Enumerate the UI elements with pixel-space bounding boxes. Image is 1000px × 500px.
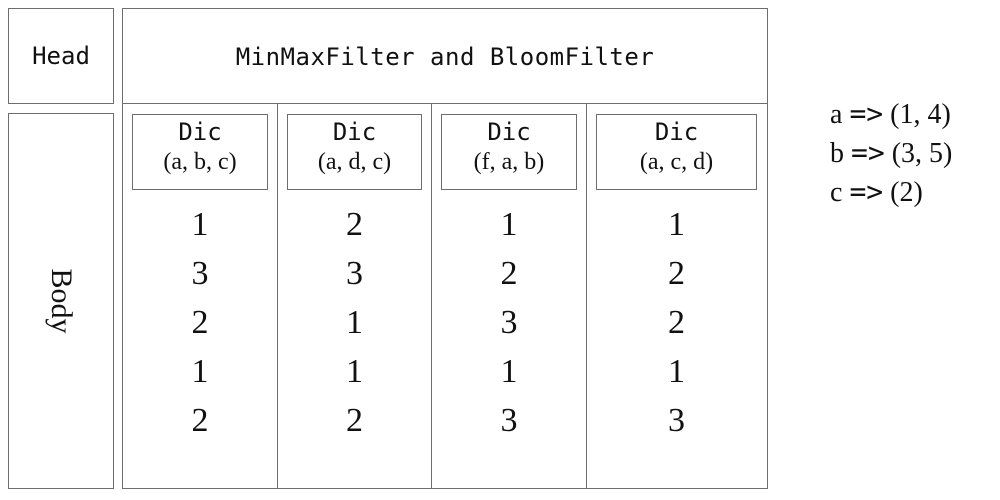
dictionary-box: Dic (a, b, c) [132, 114, 268, 190]
value-cell: 1 [346, 304, 363, 341]
value-cell: 1 [668, 206, 685, 243]
value-cell: 2 [191, 304, 209, 341]
filter-table: MinMaxFilter and BloomFilter Dic (a, b, … [122, 8, 768, 489]
dictionary-box: Dic (f, a, b) [441, 114, 577, 190]
mapping-row: b => (3, 5) [830, 134, 952, 173]
value-list: 1 2 2 1 3 [587, 200, 766, 445]
mapping-key: a [830, 99, 843, 130]
dictionary-title: Dic [178, 118, 222, 146]
filter-table-title: MinMaxFilter and BloomFilter [235, 42, 655, 71]
column-2: Dic (a, d, c) 2 3 1 1 2 [278, 104, 431, 488]
mapping-row: c => (2) [830, 173, 952, 212]
value-cell: 3 [668, 402, 685, 439]
dictionary-title: Dic [487, 118, 531, 146]
mapping-arrow: => [851, 136, 885, 169]
dictionary-keys: (f, a, b) [473, 149, 545, 175]
value-cell: 1 [500, 206, 518, 243]
key-mapping-list: a => (1, 4) b => (3, 5) c => (2) [830, 95, 952, 212]
mapping-key: c [830, 177, 843, 208]
mapping-key: b [830, 138, 844, 169]
value-cell: 1 [191, 353, 209, 390]
column-1: Dic (a, b, c) 1 3 2 1 2 [123, 104, 277, 488]
value-cell: 2 [500, 255, 518, 292]
mapping-arrow: => [849, 175, 884, 208]
value-cell: 3 [191, 255, 209, 292]
value-cell: 2 [668, 304, 685, 341]
value-cell: 1 [346, 353, 363, 390]
dictionary-keys: (a, c, d) [639, 149, 714, 175]
value-cell: 2 [346, 402, 363, 439]
mapping-row: a => (1, 4) [830, 95, 952, 134]
value-cell: 2 [191, 402, 209, 439]
value-cell: 3 [346, 255, 363, 292]
dictionary-keys: (a, d, c) [317, 149, 392, 175]
value-list: 2 3 1 1 2 [278, 200, 431, 445]
column-3: Dic (f, a, b) 1 2 3 1 3 [432, 104, 586, 488]
value-cell: 1 [500, 353, 518, 390]
dictionary-title: Dic [654, 118, 699, 146]
value-cell: 1 [191, 206, 209, 243]
value-cell: 2 [668, 255, 685, 292]
dictionary-keys: (a, b, c) [163, 149, 237, 175]
head-block: Head [8, 8, 114, 104]
value-cell: 3 [500, 304, 518, 341]
value-list: 1 3 2 1 2 [123, 200, 277, 445]
body-label: Body [45, 268, 78, 334]
mapping-arrow: => [849, 97, 884, 130]
head-label: Head [32, 42, 90, 70]
value-cell: 1 [668, 353, 685, 390]
value-list: 1 2 3 1 3 [432, 200, 586, 445]
mapping-value: (2) [890, 177, 923, 208]
dictionary-box: Dic (a, d, c) [287, 114, 422, 190]
column-4: Dic (a, c, d) 1 2 2 1 3 [587, 104, 766, 488]
mapping-value: (3, 5) [891, 138, 953, 169]
value-cell: 3 [500, 402, 518, 439]
mapping-value: (1, 4) [890, 99, 951, 130]
body-block: Body [8, 113, 114, 489]
value-cell: 2 [346, 206, 363, 243]
dictionary-title: Dic [332, 118, 377, 146]
dictionary-box: Dic (a, c, d) [596, 114, 757, 190]
